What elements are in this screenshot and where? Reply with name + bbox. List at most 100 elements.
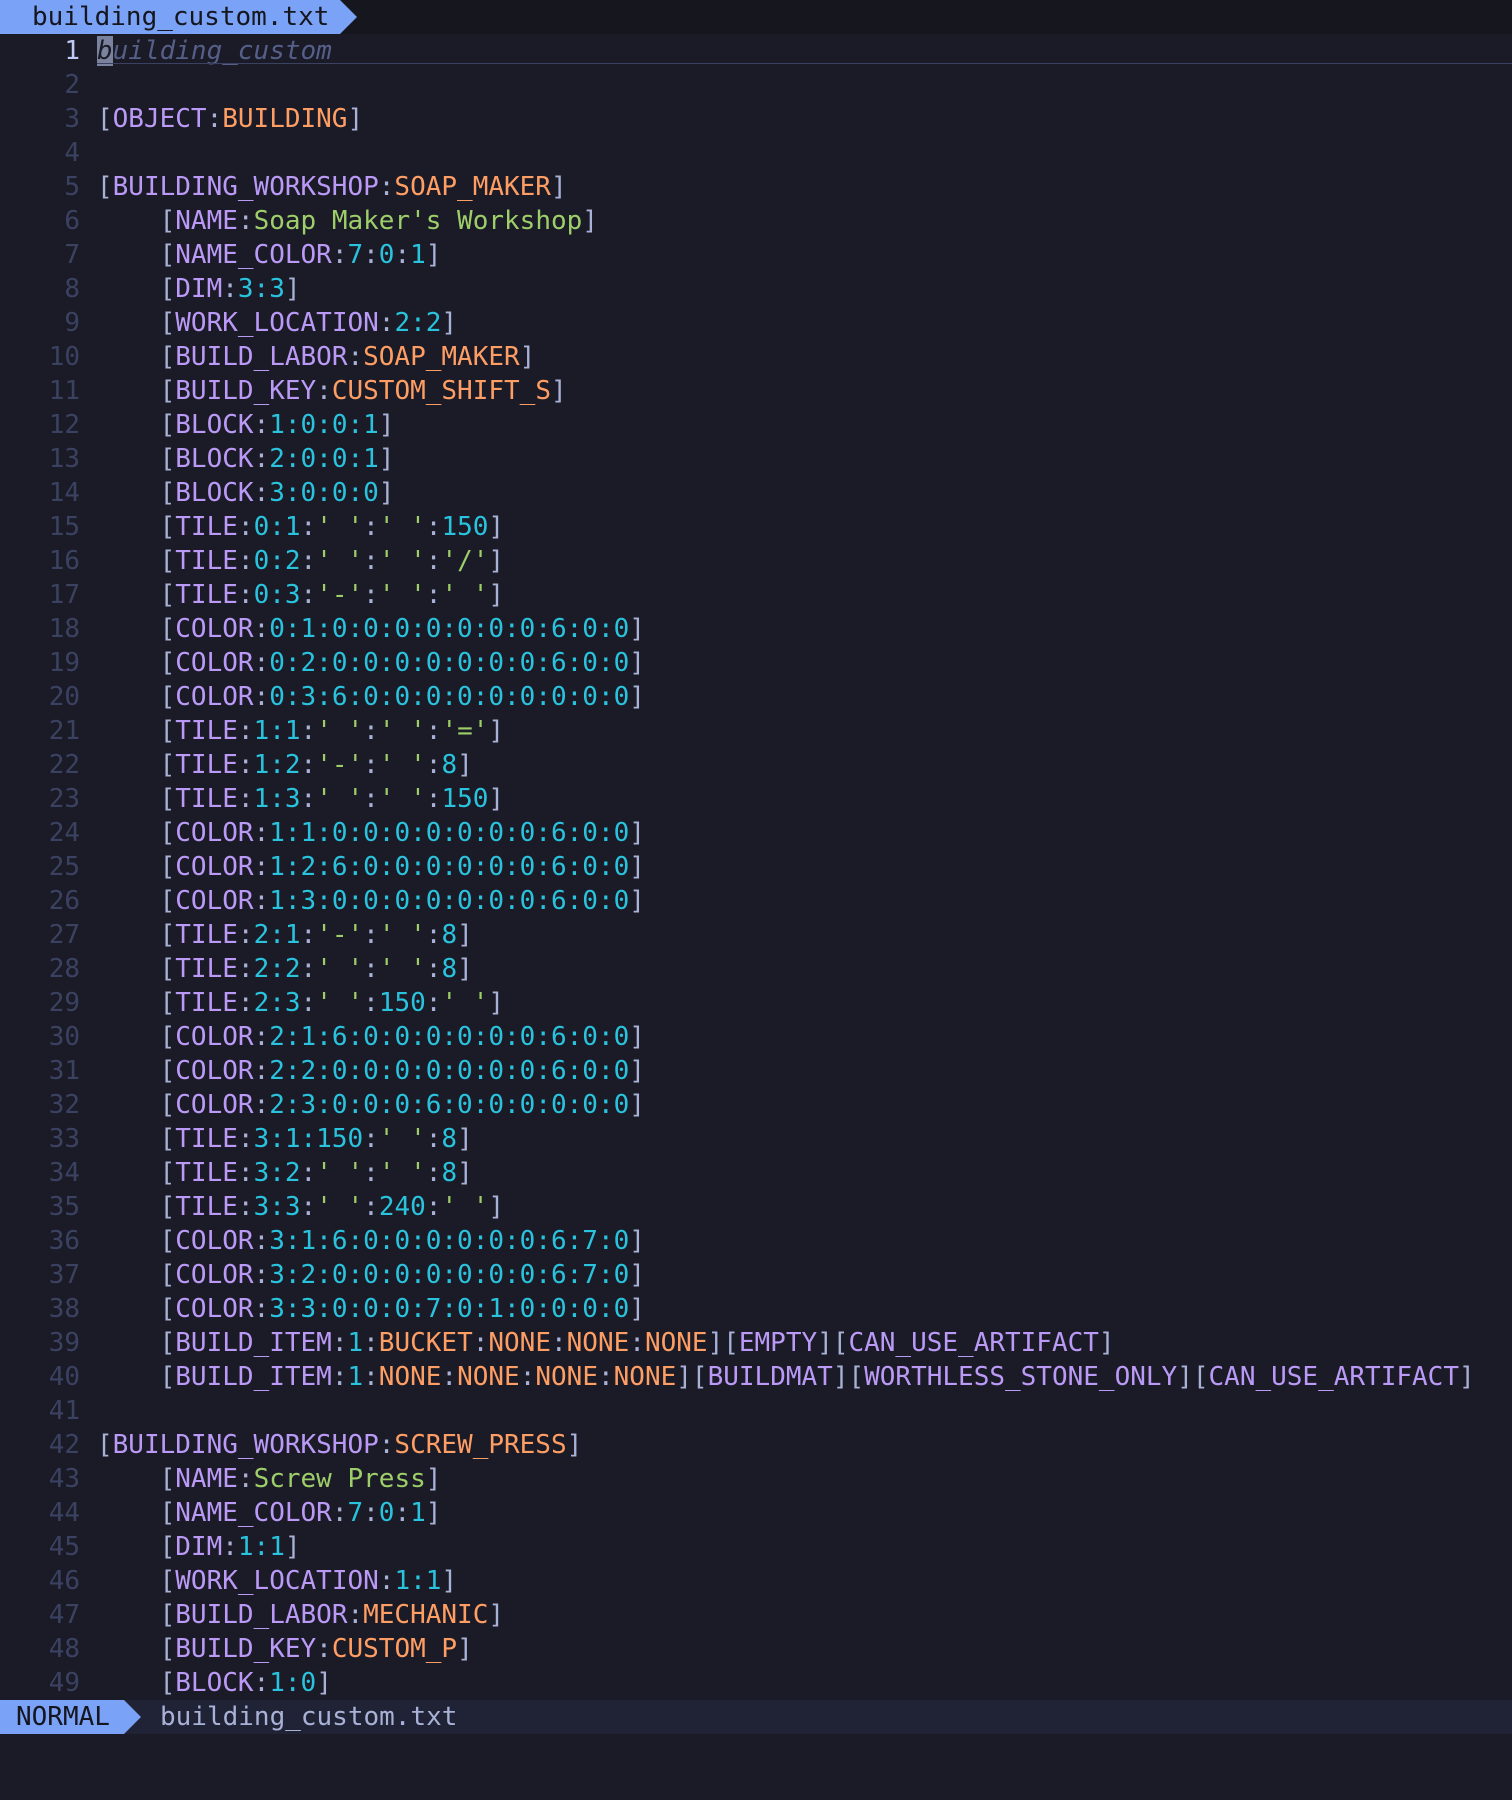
code-line[interactable]: 47 [BUILD_LABOR:MECHANIC]	[0, 1598, 1512, 1632]
code-line[interactable]: 2	[0, 68, 1512, 102]
code-line[interactable]: 20 [COLOR:0:3:6:0:0:0:0:0:0:0:0:0]	[0, 680, 1512, 714]
code-line[interactable]: 44 [NAME_COLOR:7:0:1]	[0, 1496, 1512, 1530]
line-number: 25	[48, 852, 80, 882]
line-content: [NAME_COLOR:7:0:1]	[97, 1496, 442, 1530]
code-line[interactable]: 24 [COLOR:1:1:0:0:0:0:0:0:0:6:0:0]	[0, 816, 1512, 850]
line-number: 38	[48, 1294, 80, 1324]
token-kw: TILE	[175, 784, 238, 814]
status-file-name: building_custom.txt	[160, 1702, 458, 1732]
code-line[interactable]: 23 [TILE:1:3:' ':' ':150]	[0, 782, 1512, 816]
code-line[interactable]: 22 [TILE:1:2:'-':' ':8]	[0, 748, 1512, 782]
code-line[interactable]: 34 [TILE:3:2:' ':' ':8]	[0, 1156, 1512, 1190]
line-content: [NAME:Soap Maker's Workshop]	[97, 204, 598, 238]
token-num: 2:2:0:0:0:0:0:0:0:6:0:0	[269, 1056, 630, 1086]
code-line[interactable]: 9 [WORK_LOCATION:2:2]	[0, 306, 1512, 340]
code-line[interactable]: 12 [BLOCK:1:0:0:1]	[0, 408, 1512, 442]
token-br: ]	[629, 1294, 645, 1324]
code-line[interactable]: 30 [COLOR:2:1:6:0:0:0:0:0:0:6:0:0]	[0, 1020, 1512, 1054]
code-line[interactable]: 31 [COLOR:2:2:0:0:0:0:0:0:0:6:0:0]	[0, 1054, 1512, 1088]
token-br: [	[97, 852, 176, 882]
code-line[interactable]: 46 [WORK_LOCATION:1:1]	[0, 1564, 1512, 1598]
token-br: [	[97, 274, 176, 304]
line-content: [COLOR:3:1:6:0:0:0:0:0:0:6:7:0]	[97, 1224, 645, 1258]
token-br: :	[363, 546, 379, 576]
code-line[interactable]: 37 [COLOR:3:2:0:0:0:0:0:0:0:6:7:0]	[0, 1258, 1512, 1292]
code-line[interactable]: 48 [BUILD_KEY:CUSTOM_P]	[0, 1632, 1512, 1666]
line-content: [BLOCK:1:0]	[97, 1666, 332, 1699]
code-line[interactable]: 25 [COLOR:1:2:6:0:0:0:0:0:0:6:0:0]	[0, 850, 1512, 884]
token-br: :	[206, 104, 223, 134]
token-br: :	[425, 920, 442, 950]
code-line[interactable]: 17 [TILE:0:3:'-':' ':' ']	[0, 578, 1512, 612]
token-br: :	[394, 1498, 411, 1528]
code-line[interactable]: 4	[0, 136, 1512, 170]
code-line[interactable]: 27 [TILE:2:1:'-':' ':8]	[0, 918, 1512, 952]
code-line[interactable]: 38 [COLOR:3:3:0:0:0:7:0:1:0:0:0:0]	[0, 1292, 1512, 1326]
line-content: [TILE:0:3:'-':' ':' ']	[97, 578, 504, 612]
code-line[interactable]: 42 [BUILDING_WORKSHOP:SCREW_PRESS]	[0, 1428, 1512, 1462]
token-br: ]	[550, 172, 567, 202]
editor-buffer[interactable]: 1 building_custom 2 3 [OBJECT:BUILDING] 4 5 [BU…	[0, 34, 1512, 1699]
token-num: 3:2	[253, 1158, 301, 1188]
code-line[interactable]: 19 [COLOR:0:2:0:0:0:0:0:0:0:6:0:0]	[0, 646, 1512, 680]
mode-indicator: NORMAL	[0, 1700, 124, 1734]
tab-active-file[interactable]: building_custom.txt	[0, 0, 340, 34]
code-line[interactable]: 29 [TILE:2:3:' ':150:' ']	[0, 986, 1512, 1020]
token-id: NONE	[566, 1328, 630, 1358]
text-cursor: b	[97, 36, 113, 66]
code-line[interactable]: 43 [NAME:Screw Press]	[0, 1462, 1512, 1496]
token-br: ][	[832, 1362, 865, 1392]
token-kw: NAME_COLOR	[175, 240, 332, 270]
code-line[interactable]: 16 [TILE:0:2:' ':' ':'/']	[0, 544, 1512, 578]
token-num: 0:1:0:0:0:0:0:0:0:6:0:0	[269, 614, 630, 644]
token-br: ]	[488, 1600, 505, 1630]
code-line[interactable]: 49 [BLOCK:1:0]	[0, 1666, 1512, 1699]
token-br: [	[97, 1260, 176, 1290]
code-line[interactable]: 6 [NAME:Soap Maker's Workshop]	[0, 204, 1512, 238]
code-line[interactable]: 10 [BUILD_LABOR:SOAP_MAKER]	[0, 340, 1512, 374]
code-line[interactable]: 36 [COLOR:3:1:6:0:0:0:0:0:0:6:7:0]	[0, 1224, 1512, 1258]
code-line[interactable]: 32 [COLOR:2:3:0:0:0:6:0:0:0:0:0:0]	[0, 1088, 1512, 1122]
token-str: ' '	[316, 954, 364, 984]
code-line[interactable]: 3 [OBJECT:BUILDING]	[0, 102, 1512, 136]
token-num: 1	[347, 1328, 364, 1358]
code-line[interactable]: 7 [NAME_COLOR:7:0:1]	[0, 238, 1512, 272]
line-content: [COLOR:3:2:0:0:0:0:0:0:0:6:7:0]	[97, 1258, 645, 1292]
token-kw: COLOR	[175, 1294, 254, 1324]
code-line[interactable]: 26 [COLOR:1:3:0:0:0:0:0:0:0:6:0:0]	[0, 884, 1512, 918]
code-line[interactable]: 45 [DIM:1:1]	[0, 1530, 1512, 1564]
code-line[interactable]: 39 [BUILD_ITEM:1:BUCKET:NONE:NONE:NONE][…	[0, 1326, 1512, 1360]
line-number: 37	[48, 1260, 80, 1290]
code-line[interactable]: 11 [BUILD_KEY:CUSTOM_SHIFT_S]	[0, 374, 1512, 408]
token-br: ]	[582, 206, 598, 236]
code-line[interactable]: 21 [TILE:1:1:' ':' ':'=']	[0, 714, 1512, 748]
line-content: [COLOR:0:1:0:0:0:0:0:0:0:6:0:0]	[97, 612, 645, 646]
line-number: 23	[48, 784, 80, 814]
token-br: :	[300, 988, 317, 1018]
code-line[interactable]: 13 [BLOCK:2:0:0:1]	[0, 442, 1512, 476]
token-br: :	[253, 648, 270, 678]
token-br: ]	[488, 988, 505, 1018]
line-number: 9	[64, 308, 80, 338]
code-line[interactable]: 1 building_custom	[0, 34, 1512, 68]
code-line[interactable]: 18 [COLOR:0:1:0:0:0:0:0:0:0:6:0:0]	[0, 612, 1512, 646]
code-line[interactable]: 14 [BLOCK:3:0:0:0]	[0, 476, 1512, 510]
token-num: 1:1	[253, 716, 301, 746]
line-content: [TILE:3:3:' ':240:' ']	[97, 1190, 504, 1224]
token-br: :	[425, 1158, 442, 1188]
line-number: 20	[48, 682, 80, 712]
code-line[interactable]: 40 [BUILD_ITEM:1:NONE:NONE:NONE:NONE][BU…	[0, 1360, 1512, 1394]
code-line[interactable]: 35 [TILE:3:3:' ':240:' ']	[0, 1190, 1512, 1224]
code-line[interactable]: 5 [BUILDING_WORKSHOP:SOAP_MAKER]	[0, 170, 1512, 204]
code-line[interactable]: 15 [TILE:0:1:' ':' ':150]	[0, 510, 1512, 544]
token-kw: BLOCK	[175, 410, 254, 440]
token-br: :	[253, 1260, 270, 1290]
token-br: ]	[284, 1532, 301, 1562]
code-line[interactable]: 8 [DIM:3:3]	[0, 272, 1512, 306]
line-content: [WORK_LOCATION:1:1]	[97, 1564, 457, 1598]
code-line[interactable]: 28 [TILE:2:2:' ':' ':8]	[0, 952, 1512, 986]
code-line[interactable]: 33 [TILE:3:1:150:' ':8]	[0, 1122, 1512, 1156]
token-br: [	[97, 648, 176, 678]
code-line[interactable]: 41	[0, 1394, 1512, 1428]
token-br: ]	[566, 1430, 583, 1460]
